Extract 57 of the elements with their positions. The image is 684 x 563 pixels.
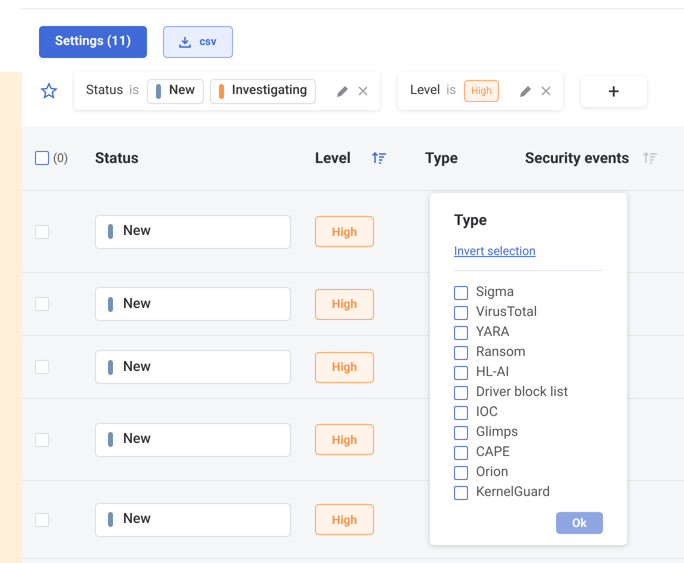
- column-header[interactable]: Status: [95, 146, 139, 170]
- filter-field: Level: [410, 81, 440, 101]
- invert-selection-link[interactable]: Invert selection: [454, 242, 536, 260]
- checkbox[interactable]: [454, 286, 468, 300]
- level-tag: High: [464, 80, 499, 102]
- close-icon[interactable]: [540, 86, 551, 96]
- edit-icon[interactable]: [518, 84, 533, 98]
- settings-button[interactable]: Settings (11): [39, 26, 147, 58]
- level-tag: High: [315, 504, 374, 535]
- option-label[interactable]: VirusTotal: [476, 302, 538, 323]
- checkbox[interactable]: [454, 326, 468, 340]
- sort-icon[interactable]: [372, 152, 386, 164]
- checkbox[interactable]: [454, 486, 468, 500]
- option-label[interactable]: Orion: [476, 462, 508, 483]
- option-label[interactable]: Glimps: [476, 422, 518, 443]
- checkbox[interactable]: [454, 306, 468, 320]
- checkbox[interactable]: [454, 406, 468, 420]
- checkbox[interactable]: [454, 366, 468, 380]
- option-label[interactable]: KernelGuard: [476, 482, 550, 503]
- filter-operator: is: [129, 82, 140, 100]
- checkbox[interactable]: [454, 346, 468, 360]
- status-field[interactable]: New: [95, 287, 291, 321]
- option-label[interactable]: Sigma: [476, 282, 514, 303]
- column-header[interactable]: Level: [315, 146, 351, 170]
- popover-title: Type: [454, 210, 488, 231]
- checkbox[interactable]: [454, 426, 468, 440]
- status-field[interactable]: New: [95, 214, 291, 248]
- level-tag: High: [315, 424, 374, 455]
- checkbox[interactable]: [35, 151, 49, 165]
- status-field[interactable]: New: [95, 350, 291, 384]
- option-label[interactable]: HL-AI: [476, 362, 510, 383]
- option-label[interactable]: IOC: [476, 402, 498, 423]
- checkbox[interactable]: [454, 466, 468, 480]
- status-tag: New: [147, 78, 204, 104]
- option-label[interactable]: Driver block list: [476, 382, 568, 403]
- column-header[interactable]: Type: [425, 146, 458, 170]
- star-icon[interactable]: [40, 82, 58, 100]
- level-tag: High: [315, 216, 374, 247]
- filter-operator: is: [446, 82, 456, 100]
- level-tag: High: [315, 352, 374, 382]
- option-label[interactable]: CAPE: [476, 442, 510, 463]
- filter-field: Status: [86, 81, 124, 101]
- status-tag: Investigating: [210, 78, 316, 104]
- download-icon: [179, 36, 192, 48]
- status-field[interactable]: New: [95, 422, 291, 456]
- status-field[interactable]: New: [95, 502, 291, 536]
- edit-icon[interactable]: [336, 84, 350, 98]
- checkbox[interactable]: [454, 386, 468, 400]
- close-icon[interactable]: [358, 86, 368, 96]
- checkbox[interactable]: [454, 446, 468, 460]
- selection-count: (0): [53, 150, 68, 167]
- option-label[interactable]: YARA: [476, 322, 510, 343]
- column-header[interactable]: Security events: [525, 146, 630, 170]
- add-filter-button[interactable]: +: [580, 76, 647, 106]
- level-tag: High: [315, 288, 374, 320]
- csv-button[interactable]: csv: [162, 26, 233, 58]
- option-label[interactable]: Ransom: [476, 342, 526, 363]
